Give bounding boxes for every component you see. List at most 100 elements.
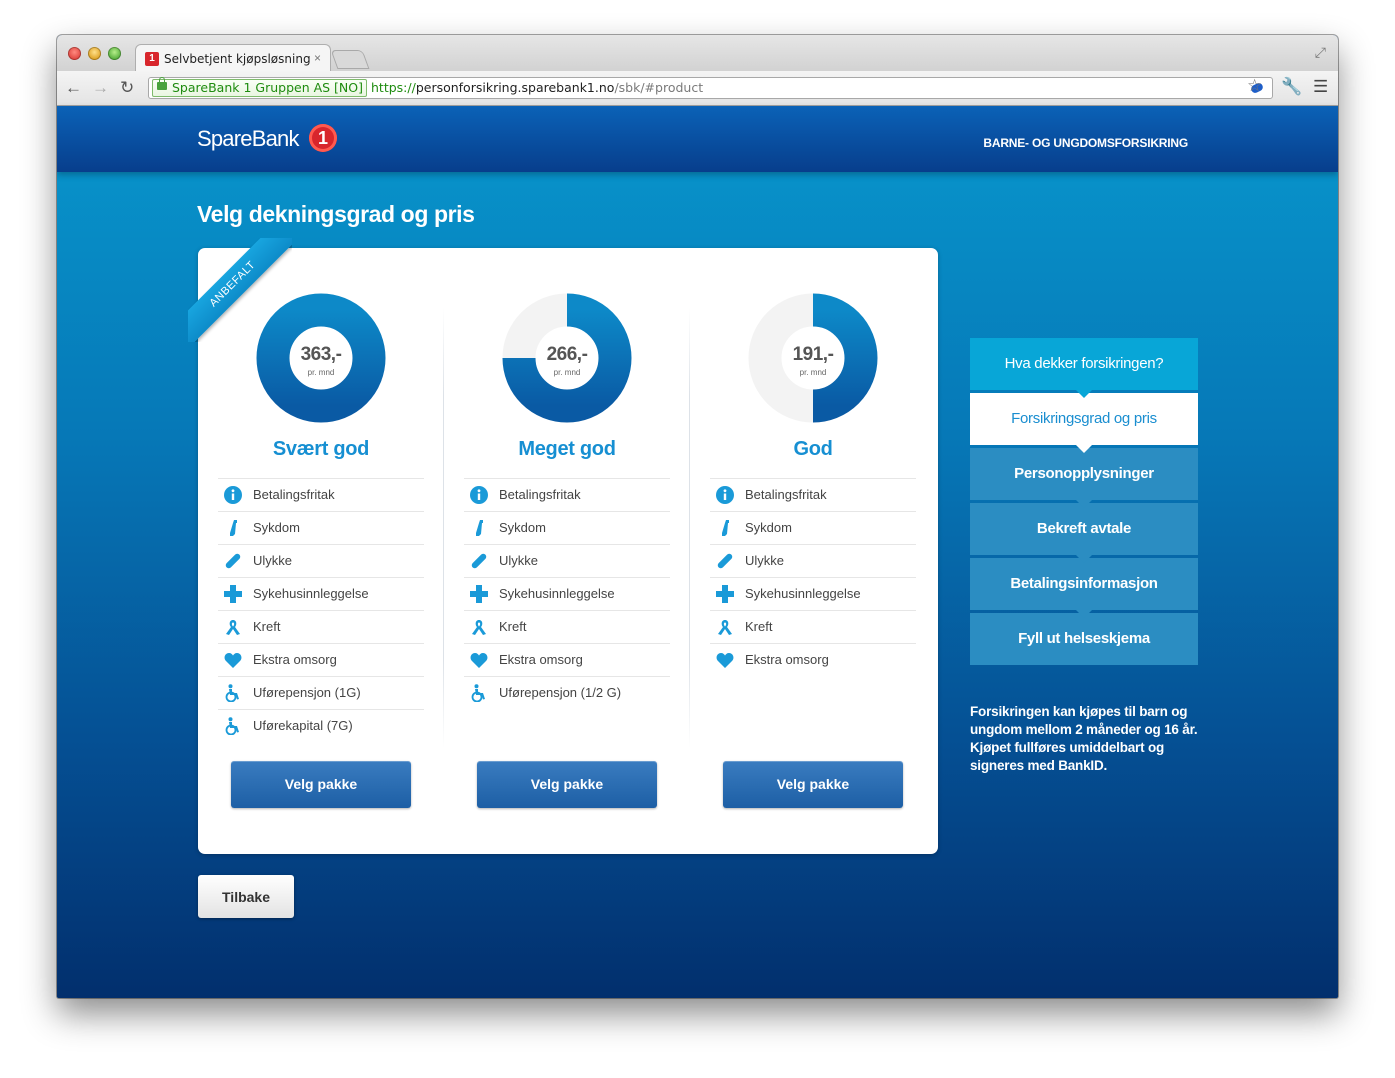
feature-label: Ulykke — [253, 553, 293, 568]
info-icon — [716, 486, 734, 504]
step-label: Personopplysninger — [1014, 465, 1154, 482]
feature-label: Sykdom — [253, 520, 300, 535]
tab-close-icon[interactable]: × — [314, 51, 321, 65]
zoom-window-button[interactable] — [108, 47, 121, 60]
feature-list: Betalingsfritak Sykdom Ulykke Sykehusinnleg… — [710, 478, 916, 676]
feature-item: Sykdom — [464, 511, 670, 544]
tab-title: Selvbetjent kjøpsløsning — [164, 52, 311, 66]
per-month-label: pr. mnd — [553, 368, 581, 377]
fullscreen-icon[interactable]: ⤢ — [1315, 44, 1326, 61]
bandage-icon — [470, 552, 488, 570]
url-host: personforsikring.sparebank1.no — [415, 80, 615, 95]
heart-icon — [224, 651, 242, 669]
feature-label: Betalingsfritak — [499, 487, 581, 502]
feature-item: Sykehusinnleggelse — [464, 577, 670, 610]
cross-icon — [470, 585, 488, 603]
bandage-icon — [716, 552, 734, 570]
feature-label: Ulykke — [745, 553, 785, 568]
step-3[interactable]: Personopplysninger — [970, 448, 1198, 508]
feature-item: Sykehusinnleggelse — [710, 577, 916, 610]
step-2[interactable]: Forsikringsgrad og pris — [970, 393, 1198, 453]
cross-icon — [224, 585, 242, 603]
step-label: Bekreft avtale — [1036, 520, 1132, 537]
step-5[interactable]: Betalingsinformasjon — [970, 558, 1198, 618]
feature-item: Uførepensjon (1/2 G) — [464, 676, 670, 709]
wrench-icon[interactable]: 🔧 — [1281, 77, 1302, 97]
feature-item: Betalingsfritak — [464, 478, 670, 511]
plan-price: 363,- — [300, 344, 342, 365]
syringe-icon — [224, 519, 242, 537]
feature-item: Ulykke — [710, 544, 916, 577]
feature-item: Ulykke — [218, 544, 424, 577]
url-text[interactable]: https://personforsikring.sparebank1.no/s… — [371, 78, 703, 98]
bookmark-star-icon[interactable]: ☆ — [1247, 76, 1262, 96]
menu-icon[interactable]: ☰ — [1313, 77, 1328, 97]
product-title: BARNE- OG UNGDOMSFORSIKRING — [983, 136, 1188, 150]
syringe-icon — [470, 519, 488, 537]
step-arrow-icon — [1076, 610, 1092, 618]
new-tab-button[interactable] — [330, 50, 370, 69]
ev-certificate-badge[interactable]: SpareBank 1 Gruppen AS [NO] — [152, 77, 367, 97]
feature-label: Ekstra omsorg — [499, 652, 583, 667]
feature-item: Ekstra omsorg — [710, 643, 916, 676]
feature-item: Sykdom — [710, 511, 916, 544]
back-icon[interactable]: ← — [65, 78, 82, 98]
bandage-icon — [224, 552, 242, 570]
feature-item: Ekstra omsorg — [218, 643, 424, 676]
heart-icon — [470, 651, 488, 669]
step-1[interactable]: Hva dekker forsikringen? — [970, 338, 1198, 398]
step-label: Betalingsinformasjon — [1010, 575, 1158, 592]
url-path: /sbk/#product — [614, 80, 704, 95]
feature-item: Ekstra omsorg — [464, 643, 670, 676]
favicon-icon: 1 — [145, 52, 159, 66]
plan-name: Meget god — [518, 438, 616, 460]
step-4[interactable]: Bekreft avtale — [970, 503, 1198, 563]
site-header: SpareBank 1 BARNE- OG UNGDOMSFORSIKRING — [57, 106, 1338, 172]
wheelchair-icon — [224, 684, 242, 703]
logo-text[interactable]: SpareBank — [197, 126, 299, 152]
step-label: Fyll ut helseskjema — [1018, 630, 1150, 647]
feature-label: Betalingsfritak — [745, 487, 827, 502]
select-plan-button[interactable]: Velg pakke — [477, 761, 657, 808]
feature-item: Kreft — [218, 610, 424, 643]
feature-item: Uførekapital (7G) — [218, 709, 424, 742]
forward-icon[interactable]: → — [92, 78, 109, 98]
progress-steps: Hva dekker forsikringen? Forsikringsgrad … — [970, 338, 1198, 668]
ribbon-icon — [470, 618, 488, 636]
reload-icon[interactable]: ↻ — [120, 78, 134, 98]
feature-item: Kreft — [464, 610, 670, 643]
feature-item: Kreft — [710, 610, 916, 643]
logo-mark-icon: 1 — [309, 124, 337, 152]
tab-bar: 1 Selvbetjent kjøpsløsning × ⤢ — [57, 35, 1338, 73]
feature-item: Uførepensjon (1G) — [218, 676, 424, 709]
lock-icon — [157, 77, 167, 90]
step-arrow-icon — [1076, 445, 1092, 453]
ribbon-icon — [224, 618, 242, 636]
feature-label: Ekstra omsorg — [253, 652, 337, 667]
feature-item: Sykehusinnleggelse — [218, 577, 424, 610]
browser-window: 1 Selvbetjent kjøpsløsning × ⤢ ← → ↻ Spa… — [57, 35, 1338, 998]
plan-name: Svært god — [272, 438, 370, 460]
plan-price: 191,- — [792, 344, 834, 365]
ev-label: SpareBank 1 Gruppen AS [NO] — [172, 80, 363, 95]
heart-icon — [716, 651, 734, 669]
close-window-button[interactable] — [68, 47, 81, 60]
step-label: Hva dekker forsikringen? — [1004, 355, 1164, 372]
back-button[interactable]: Tilbake — [198, 875, 294, 918]
address-bar[interactable]: SpareBank 1 Gruppen AS [NO] https://pers… — [148, 77, 1273, 99]
plan-card: ANBEFALT 363,- pr. mnd Svært god Betalingsf… — [188, 238, 938, 854]
ribbon-icon — [716, 618, 734, 636]
minimize-window-button[interactable] — [88, 47, 101, 60]
step-arrow-icon — [1076, 500, 1092, 508]
step-label: Forsikringsgrad og pris — [1011, 410, 1157, 427]
select-plan-button[interactable]: Velg pakke — [723, 761, 903, 808]
plan-column: 191,- pr. mnd God Betalingsfritak Sykdom Ulyk… — [690, 248, 936, 854]
browser-tab[interactable]: 1 Selvbetjent kjøpsløsning × — [135, 44, 331, 73]
select-plan-button[interactable]: Velg pakke — [231, 761, 411, 808]
feature-label: Uførepensjon (1/2 G) — [499, 685, 622, 700]
feature-item: Betalingsfritak — [710, 478, 916, 511]
page-title: Velg dekningsgrad og pris — [197, 201, 475, 227]
feature-label: Sykdom — [745, 520, 792, 535]
plan-column: 363,- pr. mnd Svært god Betalingsfritak Sykd… — [198, 248, 444, 854]
step-6[interactable]: Fyll ut helseskjema — [970, 613, 1198, 665]
